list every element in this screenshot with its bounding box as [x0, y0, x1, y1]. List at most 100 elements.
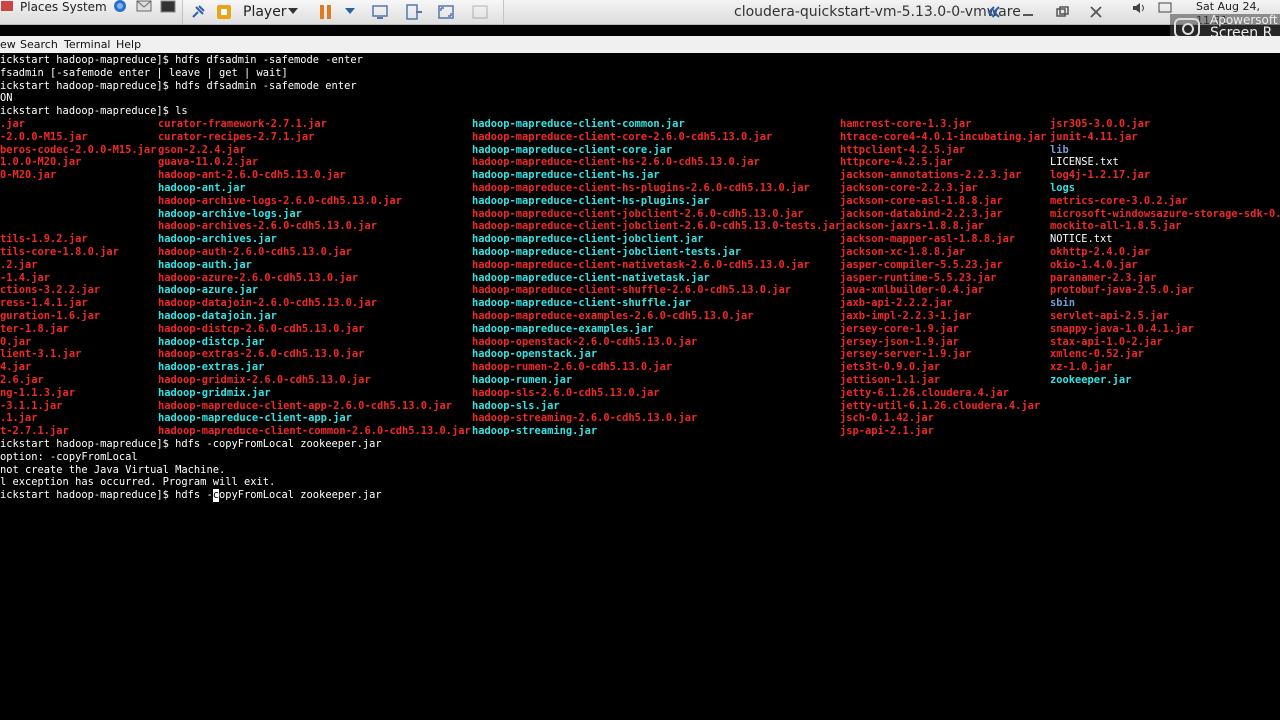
fullscreen-icon[interactable] [435, 2, 457, 22]
ls-column-1: .jar -2.0.0-M15.jar beros-codec-2.0.0-M15.… [0, 118, 156, 438]
ls-entry: tils-core-1.8.0.jar [0, 245, 119, 258]
ls-entry: 0-M20.jar [0, 169, 57, 182]
ls-entry: .1.jar [0, 412, 38, 425]
pause-icon[interactable] [315, 2, 337, 22]
vmware-player-icon[interactable] [213, 2, 235, 22]
ls-entry [0, 220, 156, 233]
ls-entry: ctions-3.2.2.jar [0, 284, 101, 297]
ls-entry: tils-1.9.2.jar [0, 233, 88, 246]
terminal-line: l exception has occurred. Program will e… [0, 476, 276, 489]
ls-column-3: hadoop-mapreduce-client-common.jar hadoop… [472, 118, 841, 438]
ls-entry: hamcrest-core-1.3.jar [840, 118, 972, 130]
pause-dropdown-icon[interactable] [343, 2, 357, 22]
player-menu[interactable]: Player [243, 4, 287, 20]
send-ctrl-alt-del-icon[interactable] [369, 2, 391, 22]
ls-entry: xmlenc-0.52.jar [1050, 348, 1144, 361]
ls-entry [0, 182, 156, 195]
unity-icon[interactable] [469, 2, 491, 22]
terminal-line: ickstart hadoop-mapreduce]$ hdfs dfsadmi… [0, 79, 357, 92]
ls-entry: hadoop-mapreduce-client-common-2.6.0-cdh… [158, 425, 471, 438]
terminal-launcher-icon[interactable] [160, 0, 176, 24]
ls-column-5: jsr305-3.0.0.jar junit-4.11.jar lib LICENSE… [1050, 118, 1280, 387]
ls-entry: curator-recipes-2.7.1.jar [158, 130, 315, 143]
ls-entry: protobuf-java-2.5.0.jar [1050, 284, 1194, 297]
ls-entry: hadoop-streaming-2.6.0-cdh5.13.0.jar [472, 412, 698, 425]
ls-entry: hadoop-azure-2.6.0-cdh5.13.0.jar [158, 271, 359, 284]
close-icon[interactable] [1087, 4, 1105, 20]
ls-entry: hadoop-mapreduce-client-jobclient.jar [472, 233, 704, 246]
ls-entry: hadoop-distcp.jar [158, 335, 265, 348]
ls-entry: hadoop-streaming.jar [472, 425, 598, 438]
collapse-icon[interactable] [985, 4, 1003, 20]
ls-entry: hadoop-mapreduce-client-shuffle-2.6.0-cd… [472, 284, 792, 297]
ls-entry: hadoop-mapreduce-client-hs.jar [472, 169, 660, 182]
terminal-line: not create the Java Virtual Machine. [0, 463, 226, 476]
menu-search[interactable]: Search [20, 38, 58, 51]
ls-entry: hadoop-archives-2.6.0-cdh5.13.0.jar [158, 220, 377, 233]
ls-entry: jackson-databind-2.2.3.jar [840, 207, 1003, 220]
ls-entry: jackson-xc-1.8.8.jar [840, 245, 966, 258]
menu-help[interactable]: Help [116, 38, 141, 51]
ls-entry: .jar [0, 118, 26, 130]
removable-devices-icon[interactable] [403, 2, 425, 22]
ls-entry: ter-1.8.jar [0, 322, 69, 335]
terminal-output[interactable]: ickstart hadoop-mapreduce]$ hdfs dfsadmi… [0, 54, 1280, 720]
current-prompt-line[interactable]: ickstart hadoop-mapreduce]$ hdfs -copyFr… [0, 489, 382, 502]
browser-icon[interactable] [112, 0, 128, 24]
restore-icon[interactable] [1053, 4, 1071, 20]
ls-entry: hadoop-archives.jar [158, 233, 277, 246]
player-dropdown-icon[interactable] [287, 2, 299, 22]
ls-entry: lient-3.1.jar [0, 348, 82, 361]
top-panel: Places System Player cloudera-quickstart… [0, 0, 1280, 27]
ls-entry: metrics-core-3.0.2.jar [1050, 194, 1188, 207]
ls-entry: jersey-server-1.9.jar [840, 348, 972, 361]
ls-entry: hadoop-ant.jar [158, 181, 246, 194]
ls-entry: snappy-java-1.0.4.1.jar [1050, 322, 1194, 335]
ls-entry: hadoop-mapreduce-examples.jar [472, 322, 654, 335]
ls-entry: junit-4.11.jar [1050, 130, 1138, 143]
ls-entry: hadoop-archive-logs.jar [158, 207, 302, 220]
app-menu-icon[interactable] [0, 0, 14, 24]
ls-entry: 4.jar [0, 361, 32, 374]
ls-entry: hadoop-mapreduce-client-hs-plugins-2.6.0… [472, 181, 810, 194]
menu-view[interactable]: ew [0, 38, 16, 51]
ls-entry: -3.1.1.jar [0, 399, 63, 412]
volume-icon[interactable] [1130, 0, 1148, 16]
ls-entry: stax-api-1.0-2.jar [1050, 335, 1163, 348]
ls-entry: beros-codec-2.0.0-M15.jar [0, 143, 157, 156]
ls-entry: hadoop-mapreduce-client-jobclient-2.6.0-… [472, 207, 804, 220]
ls-entry: jersey-json-1.9.jar [840, 335, 959, 348]
ls-entry: curator-framework-2.7.1.jar [158, 118, 327, 130]
ls-entry: hadoop-mapreduce-client-hs-2.6.0-cdh5.13… [472, 156, 760, 169]
ls-entry: hadoop-mapreduce-examples-2.6.0-cdh5.13.… [472, 309, 754, 322]
menu-terminal[interactable]: Terminal [64, 38, 111, 51]
ls-entry: jackson-core-asl-1.8.8.jar [840, 194, 1003, 207]
pin-icon[interactable] [187, 2, 209, 22]
ls-entry: hadoop-mapreduce-client-app.jar [158, 412, 352, 425]
ls-column-2: curator-framework-2.7.1.jar curator-recip… [158, 118, 471, 438]
ls-entry: t-2.7.1.jar [0, 425, 69, 438]
places-menu[interactable]: Places [20, 0, 58, 14]
minimize-icon[interactable] [1019, 4, 1037, 20]
ls-entry: 0.jar [0, 335, 32, 348]
ls-entry: hadoop-extras.jar [158, 361, 265, 374]
ls-entry: sbin [1050, 297, 1076, 310]
ls-entry: hadoop-mapreduce-client-app-2.6.0-cdh5.1… [158, 399, 453, 412]
ls-entry: jaxb-impl-2.2.3-1.jar [840, 309, 972, 322]
ls-entry: hadoop-auth-2.6.0-cdh5.13.0.jar [158, 245, 352, 258]
ls-entry: -1.4.jar [0, 271, 51, 284]
ls-entry: hadoop-mapreduce-client-jobclient-2.6.0-… [472, 220, 842, 233]
ls-entry: jackson-annotations-2.2.3.jar [840, 169, 1022, 182]
ls-entry: hadoop-gridmix-2.6.0-cdh5.13.0.jar [158, 373, 371, 386]
ls-entry: okio-1.4.0.jar [1050, 258, 1138, 271]
ls-entry: htrace-core4-4.0.1-incubating.jar [840, 130, 1047, 143]
ls-entry: jackson-mapper-asl-1.8.8.jar [840, 233, 1016, 246]
prompt-text: ickstart hadoop-mapreduce]$ hdfs - [0, 489, 213, 502]
ls-entry: hadoop-rumen.jar [472, 373, 573, 386]
terminal-line: ON [0, 92, 13, 105]
ls-entry: hadoop-mapreduce-client-common.jar [472, 118, 685, 130]
mail-icon[interactable] [136, 0, 152, 24]
ls-entry: guration-1.6.jar [0, 309, 101, 322]
ls-entry: jasper-compiler-5.5.23.jar [840, 258, 1003, 271]
system-menu[interactable]: System [62, 0, 107, 14]
